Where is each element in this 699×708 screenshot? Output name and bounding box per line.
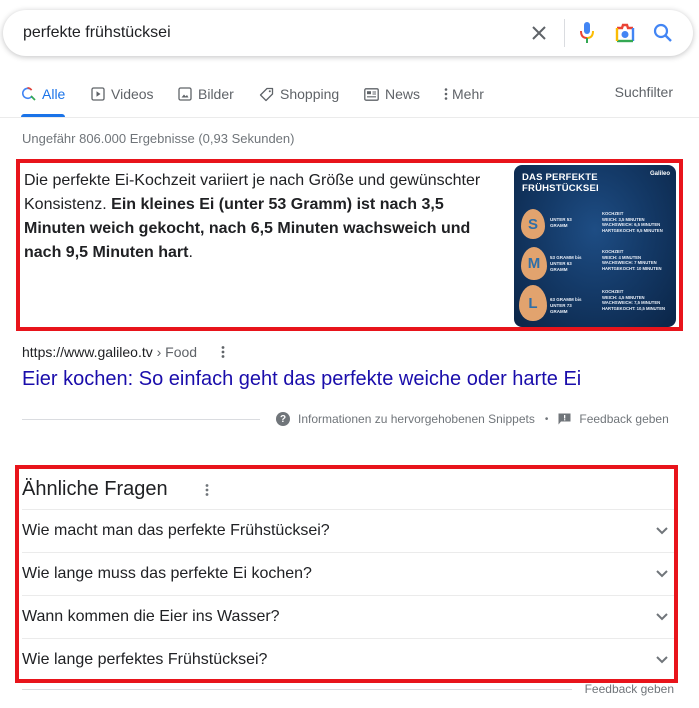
question-text: Wie lange perfektes Frühstücksei? — [22, 651, 268, 668]
divider — [22, 419, 260, 420]
tab-label: Shopping — [280, 86, 340, 102]
source-domain: https://www.galileo.tv — [22, 344, 153, 360]
source-breadcrumb: › Food — [152, 344, 198, 360]
tab-news[interactable]: News — [364, 84, 420, 104]
egg-time-line: HARTGEKOCHT: 10 MINUTEN — [602, 265, 662, 271]
brand-logo: Galileo — [649, 171, 670, 177]
more-vert-icon[interactable] — [218, 343, 228, 361]
footer-separator: • — [544, 413, 549, 425]
feedback-icon[interactable] — [558, 413, 571, 425]
egg-size-label: 63 GRAMM bis UNTER 73 GRAMM — [550, 297, 582, 314]
tab-label: Videos — [111, 86, 154, 102]
search-icon — [22, 87, 36, 101]
egg-size-l: L — [519, 285, 547, 321]
infographic-title-line2: FRÜHSTÜCKSEI — [522, 183, 599, 194]
infographic-image[interactable]: Galileo DAS PERFEKTE FRÜHSTÜCKSEI S UNTE… — [514, 165, 676, 327]
tab-label: Mehr — [452, 86, 484, 102]
egg-size-label: UNTER 53 GRAMM — [550, 217, 572, 228]
featured-snippet: Die perfekte Ei-Kochzeit variiert je nac… — [16, 159, 683, 331]
image-icon — [178, 87, 192, 101]
chevron-down-icon[interactable] — [652, 564, 672, 584]
divider — [22, 689, 572, 690]
egg-time-line: HARTGEKOCHT: 9,5 MINUTEN — [602, 227, 663, 233]
tab-mehr[interactable]: Mehr — [444, 84, 484, 104]
search-input[interactable] — [23, 21, 503, 45]
question-text: Wie macht man das perfekte Frühstücksei? — [22, 522, 330, 539]
question-item[interactable]: Wie macht man das perfekte Frühstücksei? — [22, 509, 674, 552]
egg-cooking-times: KOCHZEIT WEICH: 4 MINUTEN WACHSWEICH: 7 … — [602, 249, 674, 271]
microphone-icon[interactable] — [575, 21, 599, 45]
egg-cooking-times: KOCHZEIT WEICH: 3,5 MINUTEN WACHSWEICH: … — [602, 211, 674, 233]
related-questions-title: Ähnliche Fragen — [22, 478, 168, 500]
snippet-text: Die perfekte Ei-Kochzeit variiert je nac… — [24, 169, 494, 265]
infographic-title: DAS PERFEKTE FRÜHSTÜCKSEI — [522, 172, 599, 194]
tab-alle[interactable]: Alle — [22, 84, 65, 104]
video-icon — [91, 87, 105, 101]
related-questions: Ähnliche Fragen Wie macht man das perfek… — [15, 465, 678, 683]
tab-bilder[interactable]: Bilder — [178, 84, 234, 104]
tag-icon — [259, 87, 274, 102]
tab-shopping[interactable]: Shopping — [259, 84, 339, 104]
close-icon[interactable] — [527, 21, 551, 45]
search-icon[interactable] — [651, 21, 675, 45]
question-text: Wann kommen die Eier ins Wasser? — [22, 608, 280, 625]
feedback-link[interactable]: Feedback geben — [585, 682, 674, 696]
feedback-link[interactable]: Feedback geben — [579, 412, 668, 426]
egg-size-s: S — [521, 209, 545, 239]
news-icon — [364, 87, 379, 101]
search-tabs: Alle Videos Bilder Shopping News Mehr — [0, 78, 699, 118]
result-stats: Ungefähr 806.000 Ergebnisse (0,93 Sekund… — [22, 131, 295, 146]
chevron-down-icon[interactable] — [652, 521, 672, 541]
search-bar-divider — [564, 19, 565, 47]
tab-label: News — [385, 86, 421, 102]
more-vert-icon — [444, 87, 448, 101]
active-tab-indicator — [21, 114, 65, 117]
question-item[interactable]: Wie lange muss das perfekte Ei kochen? — [22, 552, 674, 595]
help-icon[interactable]: ? — [276, 412, 290, 426]
tab-label: Alle — [42, 86, 66, 102]
egg-time-line: HARTGEKOCHT: 10,5 MINUTEN — [602, 305, 666, 311]
source-url[interactable]: https://www.galileo.tv › Food — [22, 344, 197, 360]
snippet-text-end: . — [188, 244, 193, 261]
infographic-title-line1: DAS PERFEKTE — [522, 172, 598, 183]
chevron-down-icon[interactable] — [652, 650, 672, 670]
question-list: Wie macht man das perfekte Frühstücksei?… — [22, 509, 674, 681]
chevron-down-icon[interactable] — [652, 607, 672, 627]
egg-size-label: 53 GRAMM bis UNTER 63 GRAMM — [550, 255, 582, 272]
snippet-info-link[interactable]: Informationen zu hervorgehobenen Snippet… — [298, 412, 535, 426]
tab-videos[interactable]: Videos — [91, 84, 154, 104]
snippet-footer: ? Informationen zu hervorgehobenen Snipp… — [276, 411, 669, 427]
more-vert-icon[interactable] — [202, 481, 212, 499]
question-item[interactable]: Wie lange perfektes Frühstücksei? — [22, 638, 674, 681]
question-item[interactable]: Wann kommen die Eier ins Wasser? — [22, 595, 674, 638]
egg-size-m: M — [521, 247, 547, 280]
search-bar — [3, 10, 693, 56]
question-text: Wie lange muss das perfekte Ei kochen? — [22, 565, 312, 582]
camera-lens-icon[interactable] — [613, 21, 637, 45]
suchfilter-button[interactable]: Suchfilter — [615, 84, 673, 100]
result-title-link[interactable]: Eier kochen: So einfach geht das perfekt… — [22, 368, 581, 391]
egg-cooking-times: KOCHZEIT WEICH: 4,5 MINUTEN WACHSWEICH: … — [602, 289, 674, 311]
tab-label: Bilder — [198, 86, 234, 102]
